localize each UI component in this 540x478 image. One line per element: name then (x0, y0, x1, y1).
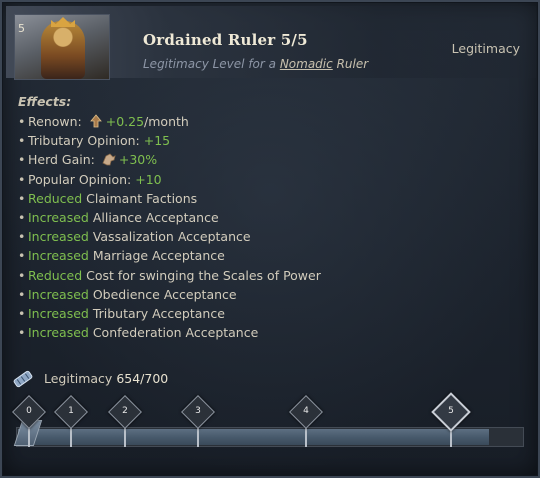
effect-value: +10 (135, 171, 162, 187)
legitimacy-progress-bar (16, 427, 524, 447)
effect-keyword: Increased (28, 229, 89, 245)
effect-text: Cost for swinging the Scales of Power (82, 267, 321, 283)
legitimacy-label: Legitimacy (44, 371, 113, 386)
legitimacy-tooltip: 5 Ordained Ruler 5/5 Legitimacy Level fo… (0, 0, 540, 478)
bullet: • (18, 209, 26, 225)
effect-item: • Reduced Claimant Factions (18, 189, 321, 208)
effect-item: • Reduced Cost for swinging the Scales of… (18, 266, 321, 285)
bullet: • (18, 325, 26, 341)
level-number: 5 (18, 22, 25, 35)
bullet: • (18, 190, 26, 206)
effect-item: • Tributary Opinion: +15 (18, 131, 321, 150)
effect-item: • Increased Obedience Acceptance (18, 285, 321, 304)
effect-suffix: /month (144, 114, 189, 129)
effect-keyword: Increased (28, 286, 89, 302)
effect-item: • Increased Confederation Acceptance (18, 323, 321, 342)
effect-text: Vassalization Acceptance (88, 229, 251, 245)
bullet: • (18, 229, 26, 245)
renown-icon (86, 114, 106, 129)
effect-keyword: Increased (28, 209, 89, 225)
effect-item: • Increased Vassalization Acceptance (18, 227, 321, 246)
effect-text: Obedience Acceptance (88, 286, 237, 302)
milestone-label: 4 (303, 406, 309, 416)
page-title: Ordained Ruler 5/5 (143, 31, 308, 49)
legitimacy-icon (13, 370, 33, 388)
legitimacy-progress-fill (18, 429, 489, 445)
effect-value: +0.25 (105, 114, 145, 129)
effect-value: +15 (143, 133, 171, 149)
effect-item: • Increased Marriage Acceptance (18, 246, 321, 265)
legitimacy-value: 654/700 (116, 371, 169, 386)
subtitle-prefix: Legitimacy Level for a (143, 57, 276, 71)
effect-item: • Herd Gain: +30% (18, 150, 321, 169)
effect-label: Tributary Opinion: (28, 133, 144, 149)
effect-keyword: Reduced (28, 267, 83, 283)
effects-list: • Renown: +0.25/month • Tributary Opinion: … (18, 112, 321, 342)
effect-text: Alliance Acceptance (88, 209, 219, 225)
bullet: • (18, 267, 26, 283)
effect-label: Herd Gain: (28, 152, 99, 168)
bullet: • (18, 305, 26, 321)
milestone-label: 0 (26, 406, 32, 416)
effect-keyword: Increased (28, 305, 89, 321)
effect-item: • Popular Opinion: +10 (18, 170, 321, 189)
effect-item: • Increased Tributary Acceptance (18, 304, 321, 323)
subtitle: Legitimacy Level for a Nomadic Ruler (143, 57, 368, 71)
tooltip-header: 5 Ordained Ruler 5/5 Legitimacy Level fo… (6, 6, 536, 80)
milestone-label: 1 (68, 406, 74, 416)
effect-keyword: Increased (28, 248, 89, 264)
ruler-portrait (14, 14, 110, 80)
effect-text: Confederation Acceptance (88, 325, 259, 341)
bullet: • (18, 152, 26, 168)
legitimacy-readout: Legitimacy 654/700 (44, 371, 168, 386)
bullet: • (18, 286, 26, 302)
nomadic-link[interactable]: Nomadic (280, 57, 333, 71)
effect-item: • Renown: +0.25/month (18, 112, 321, 131)
herd-icon (99, 152, 119, 167)
effect-value: +30% (118, 152, 158, 168)
effect-text: Marriage Acceptance (88, 248, 225, 264)
effect-label: Renown: (28, 114, 86, 129)
bullet: • (18, 114, 26, 129)
bullet: • (18, 171, 26, 187)
subtitle-suffix: Ruler (336, 57, 369, 71)
ruler-figure (41, 21, 85, 79)
bullet: • (18, 248, 26, 264)
effect-text: Claimant Factions (82, 190, 198, 206)
effect-keyword: Increased (28, 325, 89, 341)
effect-label: Popular Opinion: (28, 171, 136, 187)
category-label: Legitimacy (451, 41, 520, 56)
effects-heading: Effects: (18, 94, 72, 109)
milestone-label: 2 (122, 406, 128, 416)
bullet: • (18, 133, 26, 149)
effect-text: Tributary Acceptance (88, 305, 225, 321)
milestone-label: 3 (195, 406, 201, 416)
milestone-label: 5 (448, 406, 454, 416)
effect-item: • Increased Alliance Acceptance (18, 208, 321, 227)
effect-keyword: Reduced (28, 190, 83, 206)
